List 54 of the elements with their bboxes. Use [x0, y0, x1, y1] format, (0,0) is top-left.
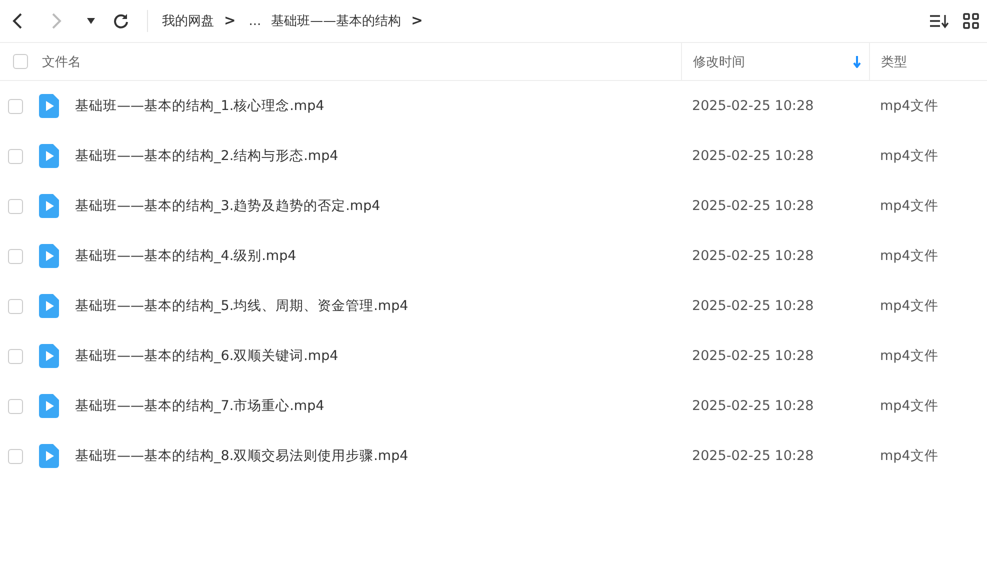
dropdown-icon[interactable] — [87, 18, 95, 24]
breadcrumb-separator: > — [411, 13, 423, 29]
breadcrumb-separator: > — [224, 13, 236, 29]
row-checkbox[interactable] — [8, 198, 23, 214]
modified-time: 2025-02-25 10:28 — [692, 198, 814, 214]
row-checkbox[interactable] — [8, 448, 23, 464]
modified-time: 2025-02-25 10:28 — [692, 98, 814, 114]
file-name[interactable]: 基础班——基本的结构_2.结构与形态.mp4 — [75, 147, 338, 165]
row-checkbox[interactable] — [8, 398, 23, 414]
modified-time: 2025-02-25 10:28 — [692, 348, 814, 364]
file-type: mp4文件 — [880, 397, 938, 415]
row-checkbox[interactable] — [8, 148, 23, 164]
video-file-icon — [39, 194, 59, 218]
file-type: mp4文件 — [880, 97, 938, 115]
video-file-icon — [39, 244, 59, 268]
sort-descending-icon — [853, 56, 861, 68]
modified-time: 2025-02-25 10:28 — [692, 448, 814, 464]
modified-time: 2025-02-25 10:28 — [692, 398, 814, 414]
video-file-icon — [39, 394, 59, 418]
file-type: mp4文件 — [880, 447, 938, 465]
select-all-checkbox[interactable] — [13, 54, 28, 69]
breadcrumb-item[interactable]: 基础班——基本的结构 — [271, 12, 402, 30]
file-name[interactable]: 基础班——基本的结构_4.级别.mp4 — [75, 247, 296, 265]
file-type: mp4文件 — [880, 147, 938, 165]
file-type: mp4文件 — [880, 247, 938, 265]
column-header[interactable]: 文件名 — [28, 43, 681, 80]
column-header[interactable]: 修改时间 — [681, 43, 869, 80]
file-name[interactable]: 基础班——基本的结构_8.双顺交易法则使用步骤.mp4 — [75, 447, 408, 465]
row-checkbox[interactable] — [8, 248, 23, 264]
video-file-icon — [39, 294, 59, 318]
modified-time: 2025-02-25 10:28 — [692, 248, 814, 264]
row-checkbox[interactable] — [8, 348, 23, 364]
modified-time: 2025-02-25 10:28 — [692, 298, 814, 314]
video-file-icon — [39, 344, 59, 368]
video-file-icon — [39, 144, 59, 168]
sort-list-icon[interactable] — [929, 13, 949, 29]
file-type: mp4文件 — [880, 297, 938, 315]
file-name[interactable]: 基础班——基本的结构_5.均线、周期、资金管理.mp4 — [75, 297, 408, 315]
refresh-icon[interactable] — [113, 13, 129, 29]
row-checkbox[interactable] — [8, 298, 23, 314]
file-name[interactable]: 基础班——基本的结构_7.市场重心.mp4 — [75, 397, 324, 415]
modified-time: 2025-02-25 10:28 — [692, 148, 814, 164]
file-type: mp4文件 — [880, 347, 938, 365]
video-file-icon — [39, 94, 59, 118]
file-name[interactable]: 基础班——基本的结构_3.趋势及趋势的否定.mp4 — [75, 197, 380, 215]
video-file-icon — [39, 444, 59, 468]
file-name[interactable]: 基础班——基本的结构_6.双顺关键词.mp4 — [75, 347, 338, 365]
file-type: mp4文件 — [880, 197, 938, 215]
grid-view-icon[interactable] — [963, 13, 979, 29]
file-name[interactable]: 基础班——基本的结构_1.核心理念.mp4 — [75, 97, 324, 115]
breadcrumb-item[interactable]: 我的网盘 — [162, 12, 214, 30]
column-header[interactable]: 类型 — [869, 43, 987, 80]
breadcrumb-item[interactable]: ... — [248, 14, 262, 28]
row-checkbox[interactable] — [8, 98, 23, 114]
